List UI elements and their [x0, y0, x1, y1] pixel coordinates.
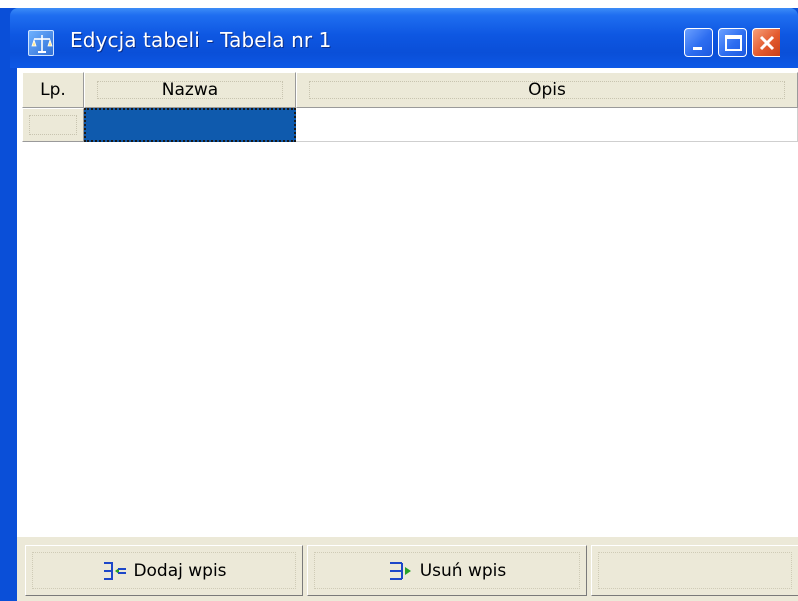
page-top-strip	[0, 0, 798, 8]
focus-dots	[598, 552, 792, 589]
minimize-icon	[693, 47, 702, 50]
close-icon	[759, 35, 775, 51]
add-entry-label: Dodaj wpis	[133, 560, 227, 581]
minimize-button[interactable]	[684, 28, 713, 57]
column-header-label: Opis	[528, 80, 566, 100]
remove-row-icon	[388, 558, 414, 584]
grid-empty-area[interactable]	[22, 142, 798, 537]
column-header-lp[interactable]: Lp.	[22, 72, 84, 108]
scales-icon[interactable]	[28, 30, 54, 56]
column-header-opis[interactable]: Opis	[296, 72, 798, 108]
maximize-button[interactable]	[718, 28, 747, 57]
window-client-area: Lp. Nazwa Opis Dodaj wpis Usuń wpis	[17, 68, 798, 601]
column-header-nazwa[interactable]: Nazwa	[84, 72, 296, 108]
cell-nazwa-selected[interactable]	[84, 108, 296, 142]
window-title: Edycja tabeli - Tabela nr 1	[70, 28, 332, 52]
grid-header: Lp. Nazwa Opis	[22, 72, 798, 108]
title-bar[interactable]: Edycja tabeli - Tabela nr 1	[10, 8, 798, 68]
add-row-icon	[101, 558, 127, 584]
focus-dots	[29, 115, 77, 135]
remove-entry-label: Usuń wpis	[419, 560, 507, 581]
maximize-icon	[725, 35, 742, 51]
row-indicator[interactable]	[22, 108, 84, 142]
close-button[interactable]	[752, 28, 780, 57]
remove-entry-button[interactable]: Usuń wpis	[307, 545, 587, 596]
column-header-label: Nazwa	[161, 80, 219, 100]
column-header-label: Lp.	[40, 80, 66, 100]
empty-button-slot	[591, 545, 798, 596]
table-edit-window: Edycja tabeli - Tabela nr 1 Lp. Nazwa Op…	[0, 0, 798, 601]
cell-opis[interactable]	[296, 108, 798, 142]
button-bar: Dodaj wpis Usuń wpis	[17, 537, 798, 601]
add-entry-button[interactable]: Dodaj wpis	[25, 545, 303, 596]
